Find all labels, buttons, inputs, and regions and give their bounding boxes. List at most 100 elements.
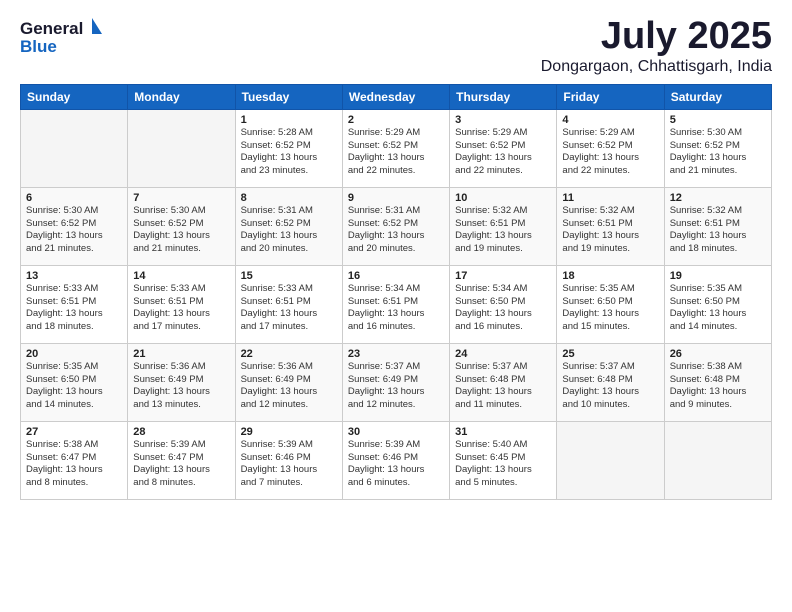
day-number: 4 bbox=[562, 114, 658, 126]
day-number: 19 bbox=[670, 270, 766, 282]
day-number: 23 bbox=[348, 348, 444, 360]
day-number: 3 bbox=[455, 114, 551, 126]
weekday-header-friday: Friday bbox=[557, 84, 664, 109]
calendar-cell: 12Sunrise: 5:32 AMSunset: 6:51 PMDayligh… bbox=[664, 187, 771, 265]
day-info: Sunrise: 5:32 AMSunset: 6:51 PMDaylight:… bbox=[670, 205, 766, 256]
calendar-week-3: 13Sunrise: 5:33 AMSunset: 6:51 PMDayligh… bbox=[21, 265, 772, 343]
day-number: 25 bbox=[562, 348, 658, 360]
day-info: Sunrise: 5:29 AMSunset: 6:52 PMDaylight:… bbox=[348, 127, 444, 178]
day-number: 31 bbox=[455, 426, 551, 438]
day-number: 26 bbox=[670, 348, 766, 360]
day-info: Sunrise: 5:40 AMSunset: 6:45 PMDaylight:… bbox=[455, 439, 551, 490]
day-number: 12 bbox=[670, 192, 766, 204]
day-info: Sunrise: 5:36 AMSunset: 6:49 PMDaylight:… bbox=[241, 361, 337, 412]
weekday-header-sunday: Sunday bbox=[21, 84, 128, 109]
calendar-cell: 31Sunrise: 5:40 AMSunset: 6:45 PMDayligh… bbox=[450, 421, 557, 499]
day-number: 2 bbox=[348, 114, 444, 126]
calendar-cell: 5Sunrise: 5:30 AMSunset: 6:52 PMDaylight… bbox=[664, 109, 771, 187]
logo: GeneralBlue bbox=[20, 16, 110, 58]
day-number: 13 bbox=[26, 270, 122, 282]
calendar-table: SundayMondayTuesdayWednesdayThursdayFrid… bbox=[20, 84, 772, 500]
day-number: 30 bbox=[348, 426, 444, 438]
day-number: 5 bbox=[670, 114, 766, 126]
calendar-cell: 2Sunrise: 5:29 AMSunset: 6:52 PMDaylight… bbox=[342, 109, 449, 187]
day-info: Sunrise: 5:38 AMSunset: 6:48 PMDaylight:… bbox=[670, 361, 766, 412]
calendar-cell bbox=[128, 109, 235, 187]
day-number: 9 bbox=[348, 192, 444, 204]
weekday-header-saturday: Saturday bbox=[664, 84, 771, 109]
calendar-cell bbox=[557, 421, 664, 499]
day-info: Sunrise: 5:37 AMSunset: 6:49 PMDaylight:… bbox=[348, 361, 444, 412]
day-number: 16 bbox=[348, 270, 444, 282]
day-info: Sunrise: 5:37 AMSunset: 6:48 PMDaylight:… bbox=[455, 361, 551, 412]
day-info: Sunrise: 5:29 AMSunset: 6:52 PMDaylight:… bbox=[455, 127, 551, 178]
calendar-cell: 7Sunrise: 5:30 AMSunset: 6:52 PMDaylight… bbox=[128, 187, 235, 265]
day-number: 24 bbox=[455, 348, 551, 360]
page-title: July 2025 bbox=[541, 16, 772, 58]
day-number: 28 bbox=[133, 426, 229, 438]
day-number: 20 bbox=[26, 348, 122, 360]
calendar-week-4: 20Sunrise: 5:35 AMSunset: 6:50 PMDayligh… bbox=[21, 343, 772, 421]
calendar-cell: 17Sunrise: 5:34 AMSunset: 6:50 PMDayligh… bbox=[450, 265, 557, 343]
weekday-header-thursday: Thursday bbox=[450, 84, 557, 109]
calendar-cell: 23Sunrise: 5:37 AMSunset: 6:49 PMDayligh… bbox=[342, 343, 449, 421]
day-info: Sunrise: 5:35 AMSunset: 6:50 PMDaylight:… bbox=[26, 361, 122, 412]
weekday-header-monday: Monday bbox=[128, 84, 235, 109]
calendar-cell: 19Sunrise: 5:35 AMSunset: 6:50 PMDayligh… bbox=[664, 265, 771, 343]
day-info: Sunrise: 5:30 AMSunset: 6:52 PMDaylight:… bbox=[670, 127, 766, 178]
day-number: 8 bbox=[241, 192, 337, 204]
day-info: Sunrise: 5:34 AMSunset: 6:50 PMDaylight:… bbox=[455, 283, 551, 334]
day-info: Sunrise: 5:39 AMSunset: 6:46 PMDaylight:… bbox=[241, 439, 337, 490]
svg-text:Blue: Blue bbox=[20, 37, 57, 56]
calendar-cell: 11Sunrise: 5:32 AMSunset: 6:51 PMDayligh… bbox=[557, 187, 664, 265]
day-number: 15 bbox=[241, 270, 337, 282]
day-number: 17 bbox=[455, 270, 551, 282]
day-info: Sunrise: 5:32 AMSunset: 6:51 PMDaylight:… bbox=[455, 205, 551, 256]
day-info: Sunrise: 5:31 AMSunset: 6:52 PMDaylight:… bbox=[348, 205, 444, 256]
day-info: Sunrise: 5:30 AMSunset: 6:52 PMDaylight:… bbox=[26, 205, 122, 256]
calendar-cell: 16Sunrise: 5:34 AMSunset: 6:51 PMDayligh… bbox=[342, 265, 449, 343]
day-info: Sunrise: 5:34 AMSunset: 6:51 PMDaylight:… bbox=[348, 283, 444, 334]
calendar-week-1: 1Sunrise: 5:28 AMSunset: 6:52 PMDaylight… bbox=[21, 109, 772, 187]
calendar-cell: 15Sunrise: 5:33 AMSunset: 6:51 PMDayligh… bbox=[235, 265, 342, 343]
calendar-cell: 26Sunrise: 5:38 AMSunset: 6:48 PMDayligh… bbox=[664, 343, 771, 421]
page: GeneralBlue July 2025 Dongargaon, Chhatt… bbox=[0, 0, 792, 612]
day-number: 7 bbox=[133, 192, 229, 204]
calendar-cell: 29Sunrise: 5:39 AMSunset: 6:46 PMDayligh… bbox=[235, 421, 342, 499]
day-info: Sunrise: 5:33 AMSunset: 6:51 PMDaylight:… bbox=[26, 283, 122, 334]
day-info: Sunrise: 5:30 AMSunset: 6:52 PMDaylight:… bbox=[133, 205, 229, 256]
day-info: Sunrise: 5:39 AMSunset: 6:46 PMDaylight:… bbox=[348, 439, 444, 490]
calendar-cell: 6Sunrise: 5:30 AMSunset: 6:52 PMDaylight… bbox=[21, 187, 128, 265]
day-info: Sunrise: 5:35 AMSunset: 6:50 PMDaylight:… bbox=[670, 283, 766, 334]
calendar-cell: 10Sunrise: 5:32 AMSunset: 6:51 PMDayligh… bbox=[450, 187, 557, 265]
day-info: Sunrise: 5:33 AMSunset: 6:51 PMDaylight:… bbox=[133, 283, 229, 334]
day-info: Sunrise: 5:36 AMSunset: 6:49 PMDaylight:… bbox=[133, 361, 229, 412]
calendar-cell: 21Sunrise: 5:36 AMSunset: 6:49 PMDayligh… bbox=[128, 343, 235, 421]
day-info: Sunrise: 5:39 AMSunset: 6:47 PMDaylight:… bbox=[133, 439, 229, 490]
calendar-cell: 27Sunrise: 5:38 AMSunset: 6:47 PMDayligh… bbox=[21, 421, 128, 499]
calendar-cell: 18Sunrise: 5:35 AMSunset: 6:50 PMDayligh… bbox=[557, 265, 664, 343]
day-number: 14 bbox=[133, 270, 229, 282]
calendar-cell: 24Sunrise: 5:37 AMSunset: 6:48 PMDayligh… bbox=[450, 343, 557, 421]
calendar-cell: 20Sunrise: 5:35 AMSunset: 6:50 PMDayligh… bbox=[21, 343, 128, 421]
calendar-cell: 9Sunrise: 5:31 AMSunset: 6:52 PMDaylight… bbox=[342, 187, 449, 265]
calendar-cell bbox=[664, 421, 771, 499]
calendar-cell: 4Sunrise: 5:29 AMSunset: 6:52 PMDaylight… bbox=[557, 109, 664, 187]
calendar-cell bbox=[21, 109, 128, 187]
svg-text:General: General bbox=[20, 19, 83, 38]
calendar-cell: 14Sunrise: 5:33 AMSunset: 6:51 PMDayligh… bbox=[128, 265, 235, 343]
calendar-cell: 25Sunrise: 5:37 AMSunset: 6:48 PMDayligh… bbox=[557, 343, 664, 421]
day-info: Sunrise: 5:38 AMSunset: 6:47 PMDaylight:… bbox=[26, 439, 122, 490]
weekday-header-wednesday: Wednesday bbox=[342, 84, 449, 109]
header: GeneralBlue July 2025 Dongargaon, Chhatt… bbox=[20, 16, 772, 76]
logo-svg: GeneralBlue bbox=[20, 16, 110, 58]
day-number: 10 bbox=[455, 192, 551, 204]
day-number: 29 bbox=[241, 426, 337, 438]
day-number: 6 bbox=[26, 192, 122, 204]
day-number: 22 bbox=[241, 348, 337, 360]
day-info: Sunrise: 5:32 AMSunset: 6:51 PMDaylight:… bbox=[562, 205, 658, 256]
day-info: Sunrise: 5:28 AMSunset: 6:52 PMDaylight:… bbox=[241, 127, 337, 178]
day-info: Sunrise: 5:29 AMSunset: 6:52 PMDaylight:… bbox=[562, 127, 658, 178]
calendar-cell: 30Sunrise: 5:39 AMSunset: 6:46 PMDayligh… bbox=[342, 421, 449, 499]
calendar-week-2: 6Sunrise: 5:30 AMSunset: 6:52 PMDaylight… bbox=[21, 187, 772, 265]
